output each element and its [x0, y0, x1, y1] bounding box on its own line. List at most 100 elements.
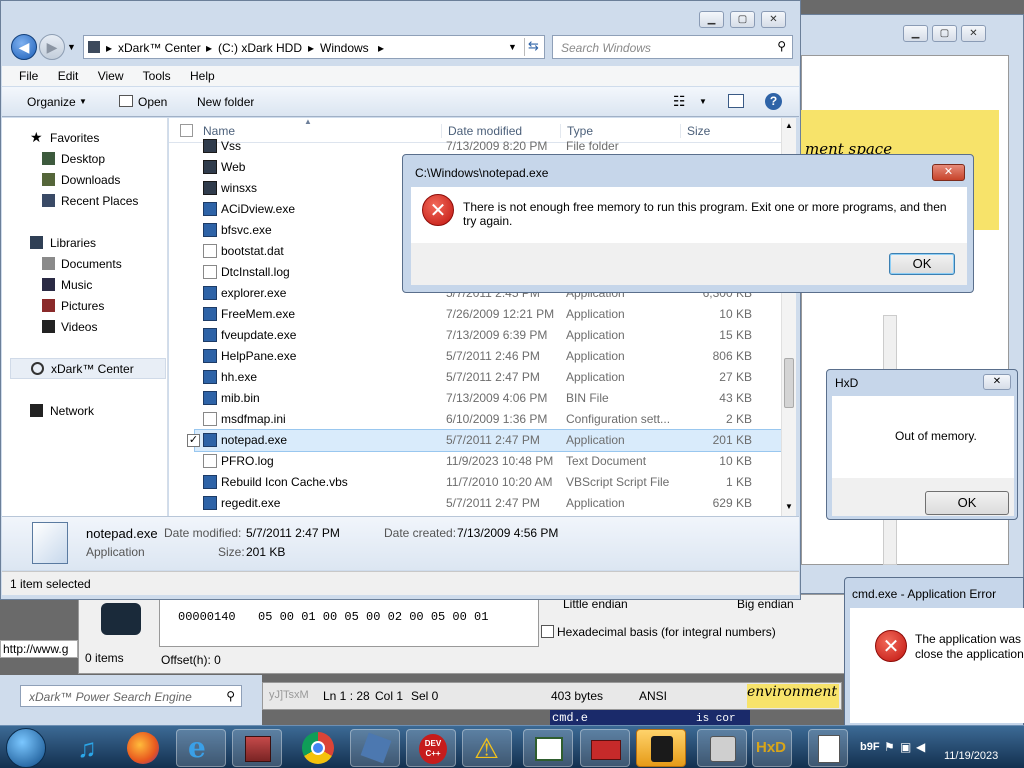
nav-favorites[interactable]: ★ Favorites [2, 129, 142, 147]
address-bar[interactable]: ▸ xDark™ Center ▸ (C:) xDark HDD ▸ Windo… [83, 35, 545, 59]
file-row[interactable]: msdfmap.ini 6/10/2009 1:36 PM Configuratio… [195, 409, 795, 430]
application-icon [203, 433, 217, 447]
chrome-icon[interactable] [302, 732, 334, 764]
volume-icon[interactable]: ◀ [916, 740, 925, 754]
menu-file[interactable]: File [19, 69, 38, 83]
window-app-icon[interactable] [523, 729, 573, 767]
select-all-checkbox[interactable] [180, 124, 193, 137]
nav-desktop[interactable]: Desktop [28, 150, 168, 168]
scroll-up-arrow[interactable]: ▲ [785, 121, 793, 130]
clock-date[interactable]: 11/19/2023 [944, 750, 998, 762]
itunes-icon[interactable]: ♫ [72, 732, 102, 764]
ok-button[interactable]: OK [889, 253, 955, 275]
device-thumbnail [101, 603, 141, 635]
file-name: msdfmap.ini [221, 412, 286, 426]
file-name: mib.bin [221, 391, 260, 405]
dialog-title: cmd.exe - Application Error [852, 587, 997, 601]
app-icon[interactable] [350, 729, 400, 767]
file-icon [203, 391, 217, 405]
back-button[interactable]: ◀ [11, 34, 37, 60]
file-row[interactable]: hh.exe 5/7/2011 2:47 PM Application 27 KB [195, 367, 795, 388]
chevron-down-icon[interactable]: ▼ [79, 97, 87, 106]
open-button[interactable]: Open [138, 95, 167, 109]
breadcrumb-windows[interactable]: Windows [320, 41, 369, 55]
file-row[interactable]: PFRO.log 11/9/2023 10:48 PM Text Document 1… [195, 451, 795, 472]
organize-button[interactable]: Organize [27, 95, 76, 109]
nav-xdark-center[interactable]: xDark™ Center [10, 358, 166, 379]
nav-recent-places[interactable]: Recent Places [28, 192, 168, 210]
scroll-thumb[interactable] [784, 358, 794, 408]
flag-icon[interactable]: ⚑ [884, 740, 895, 754]
help-icon[interactable]: ? [765, 93, 782, 110]
new-folder-button[interactable]: New folder [197, 95, 254, 109]
nav-documents[interactable]: Documents [28, 255, 168, 273]
nav-videos[interactable]: Videos [28, 318, 168, 336]
close-button[interactable]: ✕ [961, 25, 986, 42]
start-button[interactable] [6, 728, 46, 768]
file-row[interactable]: fveupdate.exe 7/13/2009 6:39 PM Applicatio… [195, 325, 795, 346]
archive-icon[interactable] [232, 729, 282, 767]
file-size: 27 KB [719, 370, 752, 384]
file-icon [203, 475, 217, 489]
libraries-icon [30, 236, 43, 249]
maximize-button[interactable]: ▢ [730, 11, 755, 28]
card-reader-icon[interactable] [636, 729, 686, 767]
file-icon [203, 412, 217, 426]
file-row[interactable]: mib.bin 7/13/2009 4:06 PM BIN File 43 KB [195, 388, 795, 409]
file-row[interactable]: HelpPane.exe 5/7/2011 2:46 PM Application 8… [195, 346, 795, 367]
application-icon [203, 307, 217, 321]
close-button[interactable]: ✕ [932, 164, 965, 181]
forward-button[interactable]: ▶ [39, 34, 65, 60]
refresh-icon[interactable]: ⇆ [524, 38, 542, 56]
file-type: BIN File [566, 391, 609, 405]
nav-pictures[interactable]: Pictures [28, 297, 168, 315]
power-search-input[interactable]: xDark™ Power Search Engine ⚲ [20, 685, 242, 707]
notepad-icon[interactable] [808, 729, 848, 767]
file-size: 43 KB [719, 391, 752, 405]
error-icon: ✕ [422, 194, 454, 226]
row-checkbox[interactable]: ✓ [187, 434, 200, 447]
internet-explorer-icon[interactable]: e [176, 729, 226, 767]
breadcrumb-xdark-center[interactable]: xDark™ Center [118, 41, 201, 55]
nav-network[interactable]: Network [2, 402, 142, 420]
maximize-button[interactable]: ▢ [932, 25, 957, 42]
view-options-icon[interactable]: ☷ [673, 93, 686, 110]
close-button[interactable]: ✕ [761, 11, 786, 28]
menu-edit[interactable]: Edit [58, 69, 79, 83]
file-size: 201 KB [712, 433, 752, 447]
size-label: Size: [218, 545, 245, 559]
menu-tools[interactable]: Tools [143, 69, 171, 83]
ok-button[interactable]: OK [925, 491, 1009, 515]
preview-pane-icon[interactable] [728, 94, 744, 108]
history-dropdown-icon[interactable]: ▼ [67, 42, 76, 52]
search-icon[interactable]: ⚲ [777, 39, 786, 53]
minimize-button[interactable]: ▁ [699, 11, 724, 28]
breadcrumb-xdark-hdd[interactable]: (C:) xDark HDD [218, 41, 302, 55]
tools-icon[interactable] [697, 729, 747, 767]
file-row[interactable]: regedit.exe 5/7/2011 2:47 PM Application 62… [195, 493, 795, 514]
search-input[interactable]: Search Windows ⚲ [552, 35, 793, 59]
firefox-icon[interactable] [127, 732, 159, 764]
close-button[interactable]: ✕ [983, 374, 1011, 390]
menu-help[interactable]: Help [190, 69, 215, 83]
file-row[interactable]: FreeMem.exe 7/26/2009 12:21 PM Application… [195, 304, 795, 325]
devcpp-icon[interactable]: DEV C++ [406, 729, 456, 767]
file-row[interactable]: ✓ notepad.exe 5/7/2011 2:47 PM Application 2… [187, 429, 796, 452]
file-row[interactable]: Rebuild Icon Cache.vbs 11/7/2010 10:20 AM… [195, 472, 795, 493]
nav-downloads[interactable]: Downloads [28, 171, 168, 189]
chevron-down-icon[interactable]: ▼ [699, 97, 707, 106]
toolbox-icon[interactable] [580, 729, 630, 767]
hxd-background-panel: 0 items 00000140 05 00 01 00 05 00 02 00… [78, 594, 848, 674]
scroll-down-arrow[interactable]: ▼ [785, 502, 793, 511]
chevron-down-icon[interactable]: ▼ [508, 42, 517, 52]
minimize-button[interactable]: ▁ [903, 25, 928, 42]
hex-basis-checkbox[interactable] [541, 625, 554, 638]
search-icon[interactable]: ⚲ [226, 689, 235, 703]
folder-icon [203, 139, 217, 153]
network-tray-icon[interactable]: ▣ [900, 740, 911, 754]
warning-icon[interactable]: ⚠ [462, 729, 512, 767]
menu-view[interactable]: View [98, 69, 124, 83]
hxd-icon[interactable]: HxD [752, 729, 792, 767]
nav-libraries[interactable]: Libraries [2, 234, 142, 252]
nav-music[interactable]: Music [28, 276, 168, 294]
